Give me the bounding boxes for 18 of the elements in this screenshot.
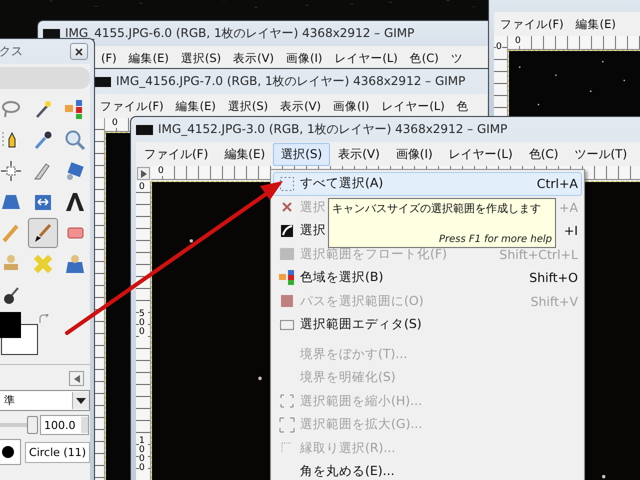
shortcut-label: Shift+Ctrl+L: [499, 246, 578, 262]
ruler-label: 0: [111, 118, 119, 128]
shortcut-label: +A: [558, 200, 578, 215]
window-title: IMG_4155.JPG-6.0 (RGB, 1枚のレイヤー) 4368x2912 – GIMP: [65, 25, 414, 42]
shortcut-label: +I: [564, 223, 578, 238]
window-title: IMG_4156.JPG-7.0 (RGB, 1枚のレイヤー) 4368x2912 – GIMP: [116, 73, 466, 90]
tooltip-text: キャンバスサイズの選択範囲を作成します: [332, 201, 541, 216]
ruler-label: 0: [157, 166, 165, 176]
ruler-label: 500: [139, 310, 148, 337]
shortcut-label: Ctrl+A: [536, 176, 578, 192]
window-title: クス: [0, 43, 23, 60]
ruler-label: 0: [514, 36, 522, 46]
ruler-label: 0: [496, 42, 502, 52]
shortcut-label: Shift+O: [529, 270, 578, 286]
help-hint: Press F1 for more help: [438, 234, 552, 245]
ruler-label: 1000: [139, 437, 148, 473]
shortcut-label: Shift+V: [530, 294, 578, 309]
window-title: IMG_4152.JPG-3.0 (RGB, 1枚のレイヤー) 4368x2912 – GIMP: [158, 121, 508, 138]
